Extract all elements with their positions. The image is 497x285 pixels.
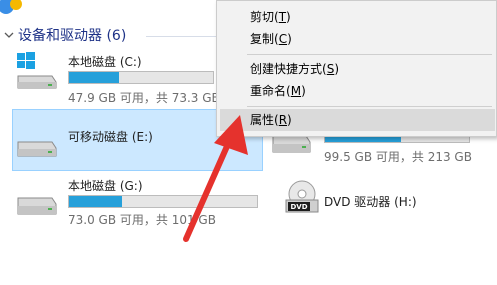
- drive-info: 47.9 GB 可用，共 73.3 GB: [68, 91, 220, 105]
- usage-bar-fill: [69, 72, 120, 83]
- menu-item-label: 重命名: [250, 84, 287, 98]
- dvd-drive-icon: DVD: [284, 178, 328, 216]
- usage-bar-fill: [69, 196, 122, 207]
- menu-item-label: 剪切: [250, 10, 275, 24]
- folder-icon-partial: [0, 0, 26, 16]
- annotation-arrow: [183, 115, 248, 242]
- menu-item-properties[interactable]: 属性(R): [220, 109, 495, 131]
- section-divider: [146, 36, 226, 37]
- drive-label: DVD 驱动器 (H:): [324, 195, 417, 209]
- usage-bar: [68, 71, 214, 84]
- drive-c[interactable]: 本地磁盘 (C:) 47.9 GB 可用，共 73.3 GB: [14, 50, 220, 106]
- hard-drive-icon: [14, 174, 58, 215]
- menu-item-accel: R: [278, 113, 288, 127]
- menu-item-create-shortcut[interactable]: 创建快捷方式(S): [217, 58, 496, 80]
- menu-separator: [247, 106, 492, 107]
- drive-h-dvd[interactable]: DVD DVD 驱动器 (H:): [284, 178, 474, 222]
- menu-item-rename[interactable]: 重命名(M): [217, 80, 496, 102]
- section-header[interactable]: 设备和驱动器 (6): [0, 24, 126, 46]
- chevron-down-icon: [0, 24, 18, 46]
- menu-item-accel: S: [326, 62, 335, 76]
- drive-label: 本地磁盘 (G:): [68, 179, 143, 193]
- menu-item-label: 创建快捷方式: [250, 62, 323, 76]
- windows-drive-icon: [14, 50, 58, 89]
- menu-item-copy[interactable]: 复制(C): [217, 28, 496, 50]
- drive-label: 可移动磁盘 (E:): [68, 130, 153, 144]
- section-title: 设备和驱动器 (6): [18, 28, 127, 44]
- menu-item-accel: M: [290, 84, 302, 98]
- menu-item-label: 复制: [250, 32, 275, 46]
- menu-item-accel: C: [278, 32, 288, 46]
- menu-item-accel: T: [278, 10, 287, 24]
- drive-info: 99.5 GB 可用，共 213 GB: [324, 150, 472, 164]
- drive-label: 本地磁盘 (C:): [68, 55, 142, 69]
- dvd-badge: DVD: [290, 203, 307, 211]
- menu-separator: [247, 54, 492, 55]
- removable-drive-icon: [14, 124, 58, 162]
- menu-item-cut[interactable]: 剪切(T): [217, 6, 496, 28]
